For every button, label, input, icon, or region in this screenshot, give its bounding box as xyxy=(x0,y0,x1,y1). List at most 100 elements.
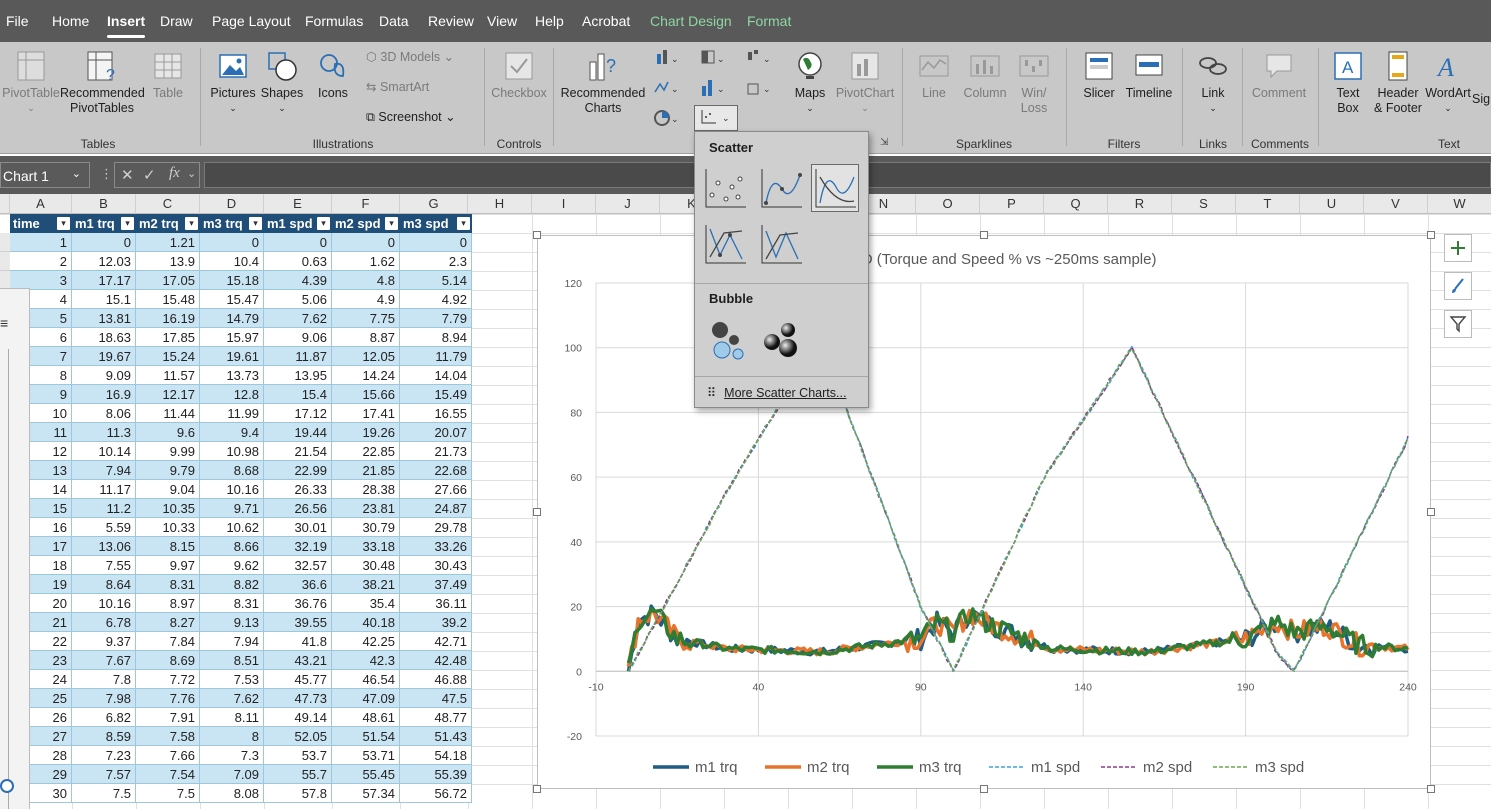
table-cell[interactable]: 17.12 xyxy=(264,404,332,423)
table-cell[interactable]: 10.35 xyxy=(136,499,200,518)
table-cell[interactable]: 48.61 xyxy=(332,708,400,727)
table-cell[interactable]: 7.54 xyxy=(136,765,200,784)
table-cell[interactable]: 8.87 xyxy=(332,328,400,347)
filter-dropdown-icon[interactable]: ▾ xyxy=(249,217,262,230)
statistic-chart-button[interactable]: ⌄ xyxy=(698,78,730,102)
table-cell[interactable]: 19.61 xyxy=(200,347,264,366)
table-cell[interactable]: 41.8 xyxy=(264,632,332,651)
column-header[interactable]: H xyxy=(468,194,532,214)
table-cell[interactable]: 13.73 xyxy=(200,366,264,385)
table-cell[interactable]: 42.25 xyxy=(332,632,400,651)
table-cell[interactable]: 9.13 xyxy=(200,613,264,632)
table-cell[interactable]: 7.94 xyxy=(200,632,264,651)
waterfall-chart-button[interactable]: ⌄ xyxy=(744,48,776,72)
column-header[interactable]: P xyxy=(980,194,1044,214)
header-footer-button[interactable]: Header & Footer xyxy=(1372,50,1424,116)
table-cell[interactable]: 47.5 xyxy=(400,689,472,708)
cancel-icon[interactable]: ✕ xyxy=(121,166,134,184)
table-cell[interactable]: 54.18 xyxy=(400,746,472,765)
table-cell[interactable]: 46.54 xyxy=(332,670,400,689)
table-cell[interactable]: 15.97 xyxy=(200,328,264,347)
slicer-button[interactable]: Slicer xyxy=(1076,50,1122,101)
select-all-corner[interactable] xyxy=(0,194,10,214)
resize-handle[interactable] xyxy=(533,508,541,516)
column-header[interactable]: C xyxy=(136,194,200,214)
scatter-straight-lines-option[interactable] xyxy=(757,220,805,268)
menu-data[interactable]: Data xyxy=(379,13,409,29)
screenshot-button[interactable]: ⧉ Screenshot ⌄ xyxy=(366,110,470,125)
table-cell[interactable]: 11.79 xyxy=(400,347,472,366)
table-cell[interactable]: 9.09 xyxy=(72,366,136,385)
table-header-cell[interactable]: m3 spd ▾ xyxy=(400,214,472,233)
table-cell[interactable]: 40.18 xyxy=(332,613,400,632)
table-cell[interactable]: 15.47 xyxy=(200,290,264,309)
table-cell[interactable]: 1.21 xyxy=(136,233,200,252)
table-button[interactable]: Table xyxy=(146,50,190,101)
table-cell[interactable]: 42.48 xyxy=(400,651,472,670)
pie-chart-button[interactable]: ⌄ xyxy=(652,108,684,132)
table-cell[interactable]: 9.06 xyxy=(264,328,332,347)
table-cell[interactable]: 8.08 xyxy=(200,784,264,803)
table-cell[interactable]: 30.79 xyxy=(332,518,400,537)
table-cell[interactable]: 8.15 xyxy=(136,537,200,556)
table-cell[interactable]: 17.17 xyxy=(72,271,136,290)
table-cell[interactable]: 22.99 xyxy=(264,461,332,480)
table-cell[interactable]: 4.9 xyxy=(332,290,400,309)
table-cell[interactable]: 7.72 xyxy=(136,670,200,689)
comment-button[interactable]: Comment xyxy=(1248,50,1310,101)
timeline-button[interactable]: Timeline xyxy=(1124,50,1174,101)
table-cell[interactable]: 9.99 xyxy=(136,442,200,461)
table-cell[interactable]: 21.54 xyxy=(264,442,332,461)
table-cell[interactable]: 18.63 xyxy=(72,328,136,347)
table-cell[interactable]: 16.19 xyxy=(136,309,200,328)
name-box[interactable]: Chart 1 ⌄ xyxy=(0,162,90,188)
table-cell[interactable]: 7.53 xyxy=(200,670,264,689)
table-cell[interactable]: 35.4 xyxy=(332,594,400,613)
table-cell[interactable]: 53.7 xyxy=(264,746,332,765)
table-cell[interactable]: 8.66 xyxy=(200,537,264,556)
table-cell[interactable]: 9.04 xyxy=(136,480,200,499)
table-cell[interactable]: 30.01 xyxy=(264,518,332,537)
table-cell[interactable]: 57.8 xyxy=(264,784,332,803)
column-header[interactable]: V xyxy=(1364,194,1428,214)
table-cell[interactable]: 13.81 xyxy=(72,309,136,328)
table-cell[interactable]: 26.56 xyxy=(264,499,332,518)
table-cell[interactable]: 10.14 xyxy=(72,442,136,461)
column-header[interactable]: R xyxy=(1108,194,1172,214)
table-cell[interactable]: 12.17 xyxy=(136,385,200,404)
table-cell[interactable]: 8.82 xyxy=(200,575,264,594)
table-cell[interactable]: 42.3 xyxy=(332,651,400,670)
table-cell[interactable]: 23.81 xyxy=(332,499,400,518)
table-cell[interactable]: 9.79 xyxy=(136,461,200,480)
table-cell[interactable]: 46.88 xyxy=(400,670,472,689)
table-cell[interactable]: 8.69 xyxy=(136,651,200,670)
table-cell[interactable]: 15.66 xyxy=(332,385,400,404)
hierarchy-chart-button[interactable]: ⌄ xyxy=(698,48,730,72)
resize-handle[interactable] xyxy=(1427,508,1435,516)
table-cell[interactable]: 32.19 xyxy=(264,537,332,556)
menu-page-layout[interactable]: Page Layout xyxy=(212,13,291,29)
table-cell[interactable]: 13.9 xyxy=(136,252,200,271)
menu-formulas[interactable]: Formulas xyxy=(305,13,363,29)
table-cell[interactable]: 0 xyxy=(400,233,472,252)
table-cell[interactable]: 7.8 xyxy=(72,670,136,689)
table-cell[interactable]: 0 xyxy=(200,233,264,252)
table-cell[interactable]: 57.34 xyxy=(332,784,400,803)
table-cell[interactable]: 1.62 xyxy=(332,252,400,271)
filter-dropdown-icon[interactable]: ▾ xyxy=(317,217,330,230)
table-cell[interactable]: 7.55 xyxy=(72,556,136,575)
table-cell[interactable]: 33.26 xyxy=(400,537,472,556)
table-cell[interactable]: 4.39 xyxy=(264,271,332,290)
scatter-markers-only-option[interactable] xyxy=(701,164,749,212)
table-cell[interactable]: 51.54 xyxy=(332,727,400,746)
row-header[interactable] xyxy=(0,233,10,252)
table-cell[interactable]: 8.64 xyxy=(72,575,136,594)
column-header[interactable]: D xyxy=(200,194,264,214)
table-cell[interactable]: 8 xyxy=(200,727,264,746)
table-cell[interactable]: 9.97 xyxy=(136,556,200,575)
table-cell[interactable]: 14.24 xyxy=(332,366,400,385)
table-cell[interactable]: 7.94 xyxy=(72,461,136,480)
table-cell[interactable]: 15.48 xyxy=(136,290,200,309)
insert-function-icon[interactable]: fx xyxy=(169,165,180,182)
table-cell[interactable]: 10.4 xyxy=(200,252,264,271)
